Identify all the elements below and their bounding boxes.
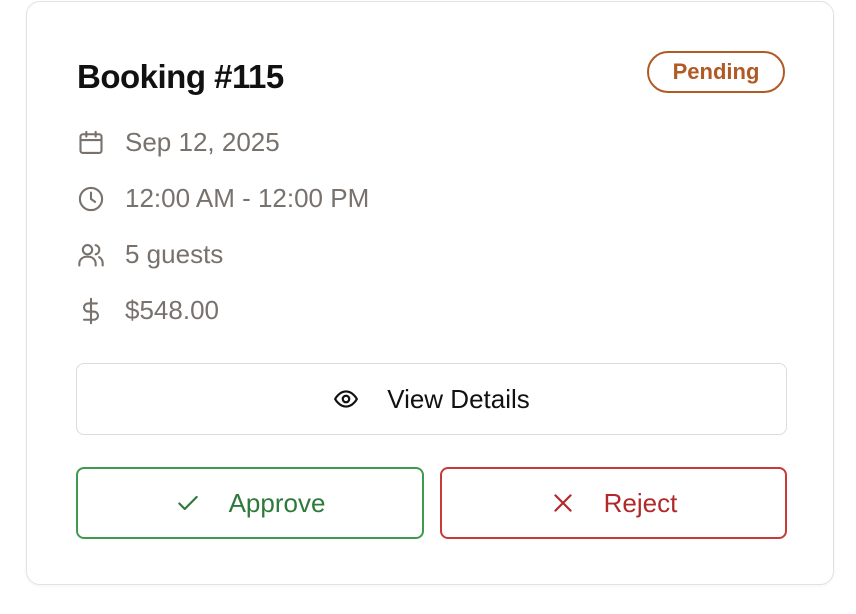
- x-icon: [553, 494, 572, 512]
- view-details-button[interactable]: View Details: [76, 363, 787, 435]
- booking-card: Booking #115 Pending Sep 12, 2025 12:00 …: [26, 1, 834, 585]
- booking-title: Booking #115: [77, 58, 284, 95]
- calendar-icon: [79, 130, 103, 154]
- reject-button[interactable]: Reject: [440, 467, 787, 539]
- booking-time: 12:00 AM - 12:00 PM: [77, 183, 369, 214]
- clock-icon: [78, 186, 104, 211]
- check-icon: [177, 495, 198, 511]
- eye-icon: [334, 390, 359, 408]
- time-text: 12:00 AM - 12:00 PM: [125, 183, 370, 213]
- dollar-icon: [82, 297, 100, 324]
- booking-price: $548.00: [77, 295, 219, 326]
- booking-date: Sep 12, 2025: [77, 127, 280, 158]
- approve-button[interactable]: Approve: [76, 467, 424, 539]
- booking-guests: 5 guests: [77, 239, 223, 270]
- guests-text: 5 guests: [125, 239, 224, 269]
- view-details-label: View Details: [387, 383, 530, 414]
- reject-label: Reject: [603, 487, 678, 518]
- date-text: Sep 12, 2025: [125, 127, 280, 157]
- price-text: $548.00: [125, 295, 219, 325]
- approve-label: Approve: [228, 487, 326, 518]
- users-icon: [78, 243, 104, 267]
- status-badge: Pending: [647, 51, 785, 93]
